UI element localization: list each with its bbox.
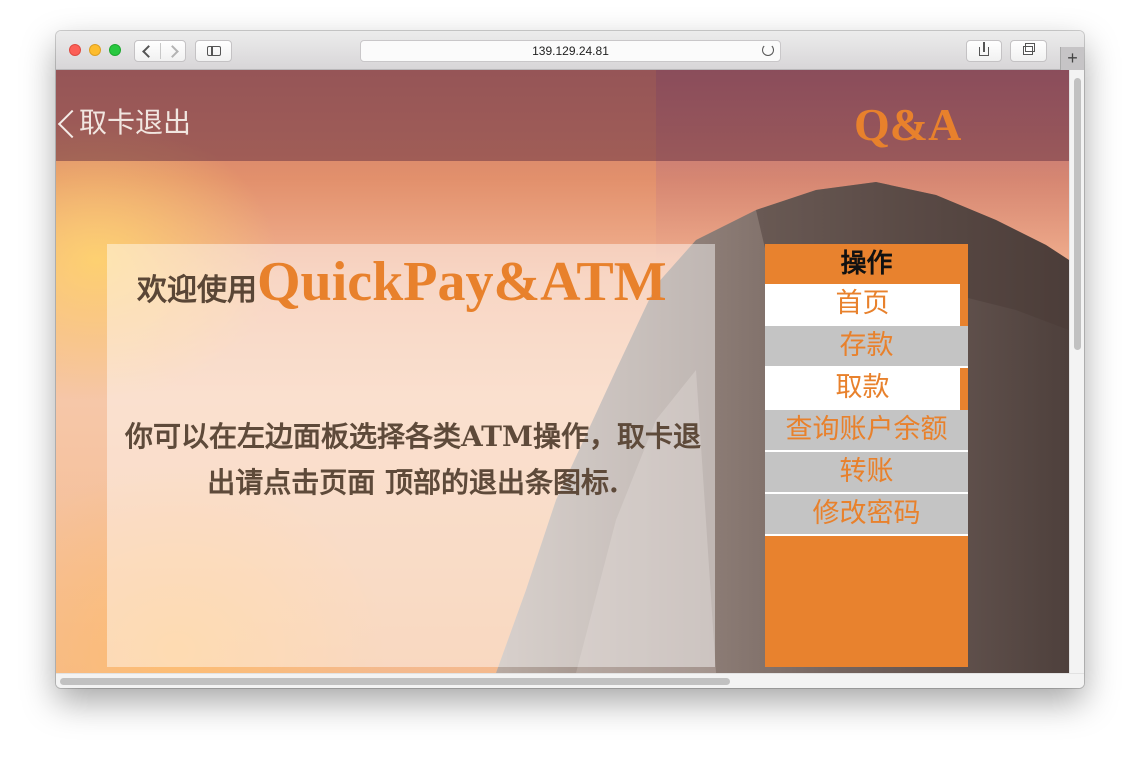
horizontal-scrollbar[interactable] xyxy=(56,673,1084,688)
welcome-description: 你可以在左边面板选择各类ATM操作，取卡退出请点击页面 顶部的退出条图标. xyxy=(124,420,702,499)
share-icon xyxy=(979,42,989,56)
vertical-scrollbar[interactable] xyxy=(1069,70,1084,673)
menu-item-withdraw[interactable]: 取款 xyxy=(765,368,960,410)
qa-title: Q&A xyxy=(854,99,962,150)
minimize-window-button[interactable] xyxy=(89,44,101,56)
back-arrow-icon[interactable] xyxy=(142,45,155,58)
zoom-window-button[interactable] xyxy=(109,44,121,56)
browser-window: 139.129.24.81 + 取卡退出 Q&A 欢迎使用QuickPay&AT… xyxy=(56,31,1084,688)
exit-card-link[interactable]: 取卡退出 xyxy=(79,101,191,141)
welcome-panel: 欢迎使用QuickPay&ATM 你可以在左边面板选择各类ATM操作，取卡退出请… xyxy=(107,244,715,667)
operations-panel: 操作 首页 存款 取款 查询账户余额 转账 修改密码 xyxy=(765,244,968,667)
menu-item-deposit[interactable]: 存款 xyxy=(765,326,968,368)
share-button[interactable] xyxy=(966,40,1002,62)
sidebar-toggle-button[interactable] xyxy=(195,40,232,62)
welcome-heading: 欢迎使用QuickPay&ATM xyxy=(137,250,667,314)
close-window-button[interactable] xyxy=(69,44,81,56)
tabs-icon xyxy=(1023,43,1035,55)
forward-arrow-icon[interactable] xyxy=(166,45,179,58)
history-nav-group xyxy=(134,40,186,62)
brand-name: QuickPay&ATM xyxy=(257,251,667,313)
vertical-scroll-thumb[interactable] xyxy=(1074,78,1081,350)
welcome-prefix: 欢迎使用 xyxy=(137,273,257,308)
menu-item-balance[interactable]: 查询账户余额 xyxy=(765,410,968,452)
sidebar-icon xyxy=(207,46,221,56)
horizontal-scroll-thumb[interactable] xyxy=(60,678,730,685)
operations-title: 操作 xyxy=(840,249,893,279)
top-exit-bar: 取卡退出 Q&A xyxy=(56,70,1069,161)
show-tabs-button[interactable] xyxy=(1010,40,1047,62)
new-tab-button[interactable]: + xyxy=(1060,47,1084,70)
address-bar[interactable]: 139.129.24.81 xyxy=(360,40,781,62)
browser-titlebar: 139.129.24.81 + xyxy=(56,31,1084,70)
address-text: 139.129.24.81 xyxy=(532,44,609,58)
menu-item-transfer[interactable]: 转账 xyxy=(765,452,968,494)
reload-icon[interactable] xyxy=(762,44,774,56)
menu-item-change-password[interactable]: 修改密码 xyxy=(765,494,968,536)
page-content: 取卡退出 Q&A 欢迎使用QuickPay&ATM 你可以在左边面板选择各类AT… xyxy=(56,70,1069,673)
menu-item-home[interactable]: 首页 xyxy=(765,284,960,326)
